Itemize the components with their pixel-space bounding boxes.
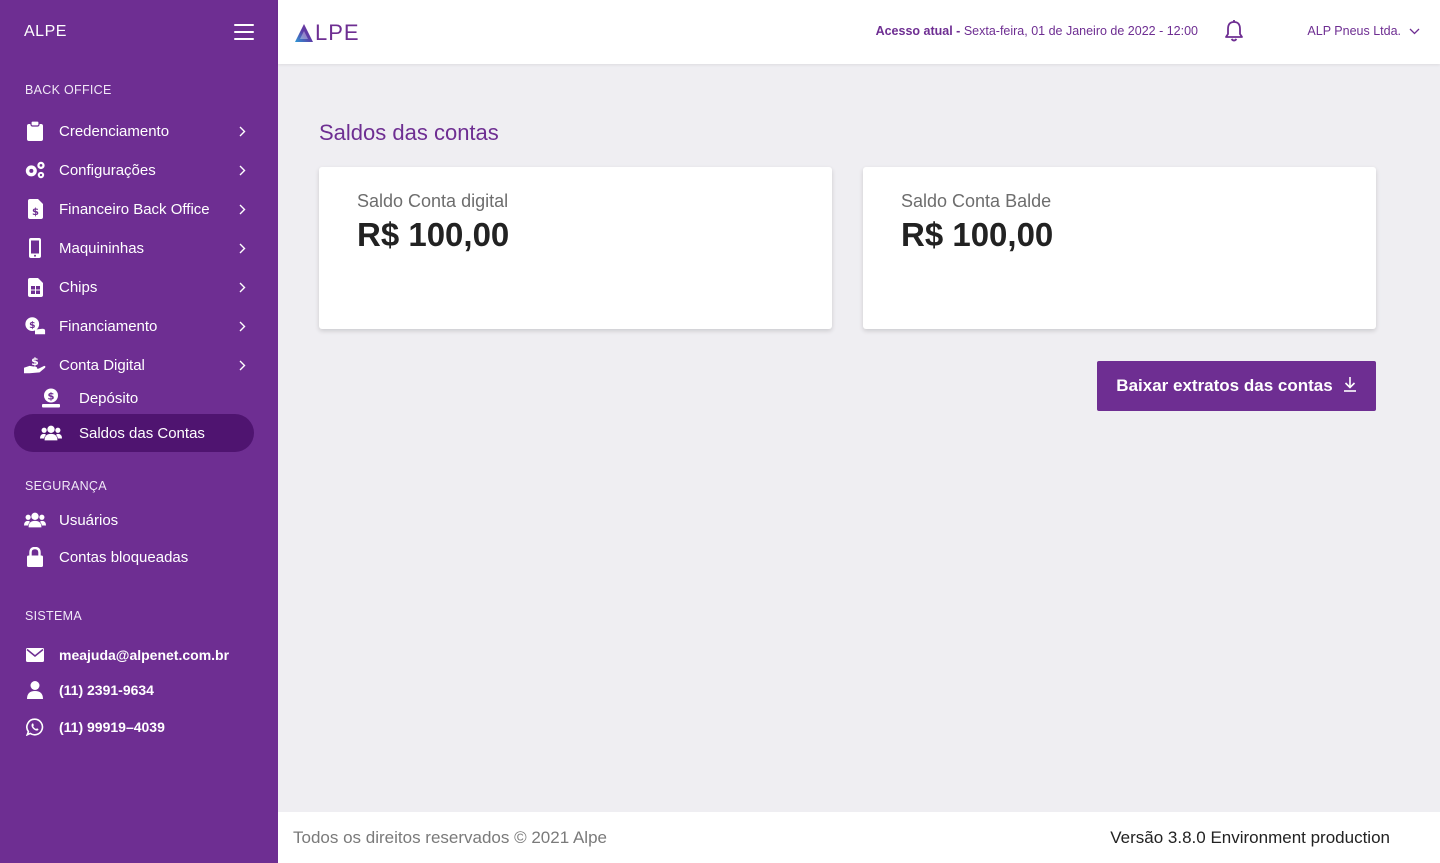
chevron-down-icon: [1409, 24, 1420, 38]
logo-triangle-icon: [295, 24, 313, 42]
sidebar-item-contas-bloqueadas[interactable]: Contas bloqueadas: [14, 538, 254, 576]
whatsapp-icon: [24, 716, 46, 738]
hand-coin-icon: $: [24, 315, 46, 337]
menu-toggle-icon[interactable]: [234, 24, 254, 40]
user-icon: [24, 679, 46, 701]
sidebar-item-label: Saldos das Contas: [79, 424, 205, 442]
balance-value: R$ 100,00: [901, 216, 1054, 253]
sidebar-header: ALPE: [0, 0, 278, 64]
balance-card-balde: Saldo Conta Balde R$ 100,00: [863, 167, 1376, 329]
sidebar-item-financeiro[interactable]: $ Financeiro Back Office: [14, 190, 254, 228]
sidebar-item-financiamento[interactable]: $ Financiamento: [14, 307, 254, 345]
chevron-right-icon: [232, 282, 252, 293]
balance-label: Saldo Conta Balde: [901, 191, 1052, 211]
notification-bell-icon[interactable]: [1224, 20, 1244, 47]
balance-card-digital: Saldo Conta digital R$ 100,00: [319, 167, 832, 329]
clipboard-icon: [24, 120, 46, 142]
section-seguranca: SEGURANÇA: [25, 479, 107, 493]
sidebar-item-label: Credenciamento: [59, 122, 170, 140]
envelope-icon: [24, 644, 46, 666]
page-title: Saldos das contas: [319, 120, 499, 145]
sim-card-icon: [24, 276, 46, 298]
sidebar-item-label: Maquininhas: [59, 239, 145, 257]
sidebar-item-label: Financiamento: [59, 317, 158, 335]
sidebar: ALPE BACK OFFICE Credenciamento Configur…: [0, 0, 278, 863]
logo-text: LPE: [315, 20, 360, 45]
access-label: Acesso atual -: [875, 24, 961, 38]
sidebar-item-label: Financeiro Back Office: [59, 200, 210, 218]
contact-whatsapp[interactable]: (11) 99919–4039: [14, 708, 254, 746]
top-header: LPE Acesso atual - Sexta-feira, 01 de Ja…: [278, 0, 1440, 64]
mobile-icon: [24, 237, 46, 259]
copyright-text: Todos os direitos reservados © 2021 Alpe: [293, 827, 607, 847]
hand-dollar-icon: $: [24, 354, 46, 376]
gears-icon: [24, 159, 46, 181]
chevron-right-icon: [232, 243, 252, 254]
sidebar-item-label: Chips: [59, 278, 98, 296]
current-access: Acesso atual - Sexta-feira, 01 de Janeir…: [876, 24, 1198, 38]
svg-text:$: $: [31, 355, 39, 368]
sidebar-item-configuracoes[interactable]: Configurações: [14, 151, 254, 189]
download-statements-button[interactable]: Baixar extratos das contas: [1097, 361, 1376, 411]
footer: Todos os direitos reservados © 2021 Alpe…: [278, 812, 1440, 863]
balance-value: R$ 100,00: [357, 216, 510, 253]
sidebar-item-chips[interactable]: Chips: [14, 268, 254, 306]
sidebar-item-usuarios[interactable]: Usuários: [14, 501, 254, 539]
balance-label: Saldo Conta digital: [357, 191, 509, 211]
chevron-right-icon: [232, 165, 252, 176]
access-date: Sexta-feira, 01 de Janeiro de 2022 - 12:…: [963, 24, 1198, 38]
contact-label: (11) 2391-9634: [59, 682, 154, 698]
sidebar-item-label: Contas bloqueadas: [59, 548, 189, 566]
section-back-office: BACK OFFICE: [25, 83, 112, 97]
alpe-logo[interactable]: LPE: [294, 20, 360, 46]
sidebar-item-deposito[interactable]: $ Depósito: [14, 379, 254, 417]
contact-label: (11) 99919–4039: [59, 719, 165, 735]
download-icon: [1343, 376, 1357, 397]
sidebar-item-saldos-das-contas[interactable]: Saldos das Contas: [14, 414, 254, 452]
sidebar-item-label: Usuários: [59, 511, 119, 529]
chevron-right-icon: [232, 204, 252, 215]
company-selector[interactable]: ALP Pneus Ltda.: [1307, 24, 1420, 38]
sidebar-item-label: Conta Digital: [59, 356, 145, 374]
chevron-right-icon: [232, 321, 252, 332]
users-icon: [24, 509, 46, 531]
contact-phone[interactable]: (11) 2391-9634: [14, 671, 254, 709]
contact-email[interactable]: meajuda@alpenet.com.br: [14, 636, 254, 674]
company-name: ALP Pneus Ltda.: [1307, 24, 1401, 38]
sidebar-item-label: Configurações: [59, 161, 156, 179]
svg-text:$: $: [48, 392, 55, 403]
contact-label: meajuda@alpenet.com.br: [59, 647, 230, 663]
sidebar-brand: ALPE: [24, 23, 67, 40]
invoice-dollar-icon: $: [24, 198, 46, 220]
chevron-right-icon: [232, 126, 252, 137]
chevron-right-icon: [232, 360, 252, 371]
sidebar-item-maquininhas[interactable]: Maquininhas: [14, 229, 254, 267]
section-sistema: SISTEMA: [25, 609, 82, 623]
money-bag-icon: $: [40, 387, 62, 409]
users-icon: [40, 422, 62, 444]
svg-text:$: $: [29, 320, 35, 331]
version-text: Versão 3.8.0 Environment production: [1110, 827, 1390, 847]
sidebar-item-credenciamento[interactable]: Credenciamento: [14, 112, 254, 150]
lock-icon: [24, 546, 46, 568]
button-label: Baixar extratos das contas: [1116, 376, 1333, 395]
svg-text:$: $: [32, 207, 39, 218]
sidebar-item-label: Depósito: [79, 389, 139, 407]
